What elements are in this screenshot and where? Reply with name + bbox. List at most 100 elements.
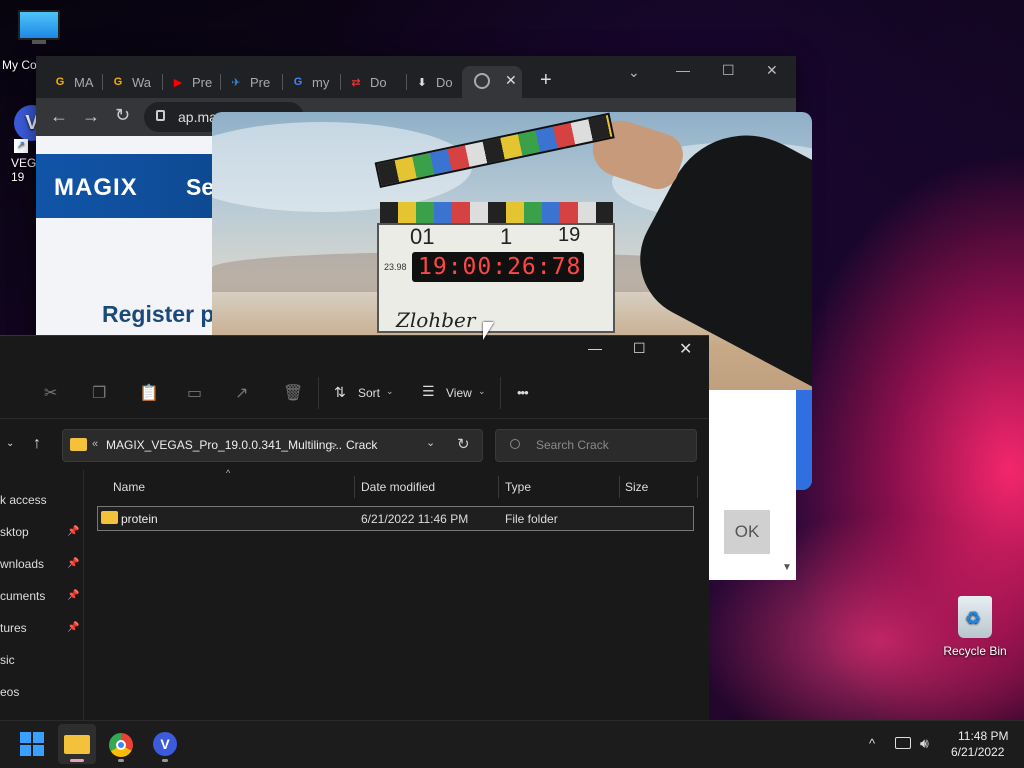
magix-logo[interactable]: MAGIX xyxy=(54,174,138,202)
column-type[interactable]: Type xyxy=(505,480,531,494)
globe-icon xyxy=(474,73,490,89)
toolbar-divider xyxy=(500,377,501,409)
timecode: 19:00:26:78 xyxy=(418,254,582,280)
tab-2[interactable]: ▶ Pre xyxy=(170,68,212,96)
up-arrow-icon[interactable]: ↑ xyxy=(33,435,41,453)
view-icon: ☰ xyxy=(422,383,435,399)
clock-date[interactable]: 6/21/2022 xyxy=(951,745,1004,759)
tab-label: Pre xyxy=(250,74,271,90)
breadcrumb-prefix: « xyxy=(92,438,99,450)
close-tab-icon[interactable]: ✕ xyxy=(505,72,517,89)
active-indicator xyxy=(70,759,84,762)
page-heading: Register p xyxy=(102,301,215,327)
row-date: 6/21/2022 11:46 PM xyxy=(361,512,469,526)
search-input[interactable]: Search Crack xyxy=(536,438,609,452)
start-button[interactable] xyxy=(20,732,44,756)
nav-chevron-icon[interactable]: ⌄ xyxy=(6,438,14,449)
tab-favicon-icon: G xyxy=(293,76,303,88)
network-icon[interactable] xyxy=(895,737,911,749)
tab-label: Wa xyxy=(132,74,152,90)
desktop-icon-recycle-bin[interactable]: ♻ Recycle Bin xyxy=(940,596,1010,658)
desktop-icon-this-pc[interactable]: My Co xyxy=(0,10,78,72)
lock-icon xyxy=(156,110,165,121)
ok-button[interactable]: OK xyxy=(724,510,770,554)
column-date[interactable]: Date modified xyxy=(361,480,435,494)
paste-icon[interactable]: 📋 xyxy=(139,383,159,403)
tab-favicon-icon: ⇄ xyxy=(351,76,361,89)
scroll-down-icon[interactable]: ▼ xyxy=(782,562,792,573)
tab-search-icon[interactable]: ⌄ xyxy=(628,64,640,81)
reload-icon[interactable]: ↻ xyxy=(115,105,130,126)
tab-6[interactable]: ⬇ Do xyxy=(414,68,453,96)
tab-0[interactable]: G MA xyxy=(52,68,94,96)
column-divider xyxy=(498,476,499,498)
maximize-button[interactable]: ☐ xyxy=(722,62,735,79)
address-dropdown-icon[interactable]: ⌄ xyxy=(426,436,435,449)
minimize-button[interactable]: — xyxy=(676,62,690,78)
share-icon[interactable]: ↗ xyxy=(235,383,248,403)
chrome-icon[interactable] xyxy=(109,733,133,757)
pin-icon: 📌 xyxy=(67,558,80,569)
monitor-icon xyxy=(18,10,60,46)
shortcut-arrow-icon: ↗ xyxy=(14,139,28,153)
pin-icon: 📌 xyxy=(67,590,80,601)
refresh-icon[interactable]: ↻ xyxy=(457,435,470,453)
sidebar-item-3[interactable]: cuments xyxy=(0,589,45,603)
clapper-stripe xyxy=(380,202,613,224)
tab-divider xyxy=(102,74,103,90)
tab-4[interactable]: Gmy xyxy=(290,68,330,96)
tab-label: Do xyxy=(436,74,453,90)
view-button[interactable]: View xyxy=(446,386,472,400)
column-divider xyxy=(619,476,620,498)
tab-favicon-icon: ▶ xyxy=(173,76,183,89)
breadcrumb-folder[interactable]: MAGIX_VEGAS_Pro_19.0.0.341_Multiling... xyxy=(106,438,342,452)
column-name[interactable]: Name xyxy=(113,480,145,494)
sidebar-item-0[interactable]: k access xyxy=(0,493,47,507)
windows-logo-tile xyxy=(33,745,44,756)
tab-favicon-icon: G xyxy=(55,76,65,88)
tab-divider xyxy=(162,74,163,90)
sort-button[interactable]: Sort xyxy=(358,386,380,400)
tab-3[interactable]: ✈ Pre xyxy=(228,68,270,96)
clapper-fps: 23.98 xyxy=(384,262,407,272)
row-type: File folder xyxy=(505,512,558,526)
tab-divider xyxy=(220,74,221,90)
cut-icon[interactable]: ✂ xyxy=(44,383,57,403)
more-options-button[interactable]: ••• xyxy=(517,385,529,400)
explorer-close-button[interactable]: ✕ xyxy=(679,339,692,359)
row-name[interactable]: protein xyxy=(121,512,158,526)
windows-logo-tile xyxy=(33,732,44,743)
column-size[interactable]: Size xyxy=(625,480,648,494)
delete-icon[interactable]: 🗑 xyxy=(283,383,303,403)
toolbar-separator xyxy=(0,418,709,419)
volume-icon[interactable]: 🔊︎ xyxy=(920,735,929,752)
close-button[interactable]: ✕ xyxy=(766,62,778,79)
running-indicator xyxy=(118,759,124,762)
tab-5[interactable]: ⇄ Do xyxy=(348,68,386,96)
chevron-up-icon[interactable]: ^ xyxy=(869,736,875,751)
sidebar-item-6[interactable]: eos xyxy=(0,685,19,699)
rename-icon[interactable]: ▭ xyxy=(187,383,202,403)
explorer-minimize-button[interactable]: — xyxy=(588,340,602,356)
sidebar-item-2[interactable]: wnloads xyxy=(0,557,44,571)
clapper-roll: 01 xyxy=(410,224,435,249)
explorer-maximize-button[interactable]: ☐ xyxy=(633,340,646,357)
clock-time[interactable]: 11:48 PM xyxy=(958,729,1008,743)
tab-favicon-icon: G xyxy=(113,76,123,88)
mouse-cursor-icon xyxy=(483,322,494,340)
forward-icon[interactable]: → xyxy=(82,106,100,127)
sidebar-item-4[interactable]: tures xyxy=(0,621,27,635)
breadcrumb-current[interactable]: Crack xyxy=(346,438,377,452)
tab-favicon-icon: ✈ xyxy=(231,76,241,89)
new-tab-button[interactable]: + xyxy=(540,70,552,90)
back-icon[interactable]: ← xyxy=(50,106,68,127)
sidebar-item-1[interactable]: sktop xyxy=(0,525,29,539)
nav-text[interactable]: Se xyxy=(186,174,214,201)
copy-icon[interactable]: ❐ xyxy=(92,383,106,403)
column-divider xyxy=(697,476,698,498)
vegas-taskbar-icon[interactable]: V xyxy=(153,732,177,756)
tab-1[interactable]: G Wa xyxy=(110,68,151,96)
search-icon xyxy=(510,439,520,449)
recycle-bin-icon: ♻ xyxy=(958,596,992,638)
sidebar-item-5[interactable]: sic xyxy=(0,653,15,667)
